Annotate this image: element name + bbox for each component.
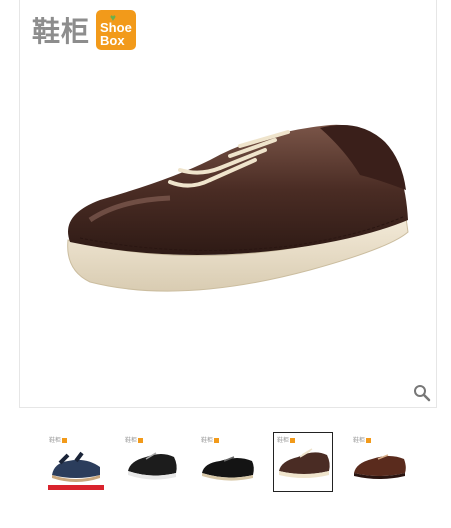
brand-watermark: 鞋柜 ♥ Shoe Box — [32, 8, 137, 52]
brand-name: 鞋柜 — [32, 15, 91, 48]
thumbnail-5[interactable]: 鞋柜 — [349, 432, 409, 492]
thumbnail-strip: 鞋柜 鞋柜 鞋柜 鞋柜 鞋柜 — [45, 432, 425, 492]
logo-line2: Box — [100, 33, 125, 48]
sandal-icon — [52, 451, 100, 482]
black-sneaker-icon — [128, 452, 177, 480]
magnifier-icon — [414, 385, 431, 402]
main-image-frame[interactable]: 鞋柜 ♥ Shoe Box — [19, 0, 437, 408]
brown-sneaker-icon — [279, 448, 330, 478]
thumbnail-4-active[interactable]: 鞋柜 — [273, 432, 333, 492]
promo-banner — [48, 485, 104, 490]
thumbnail-1[interactable]: 鞋柜 — [45, 432, 105, 492]
heart-icon: ♥ — [110, 13, 116, 24]
shoebox-logo: ♥ Shoe Box — [96, 10, 137, 50]
zoom-button[interactable] — [408, 379, 436, 407]
brown-derby-icon — [354, 454, 406, 479]
thumbnail-3[interactable]: 鞋柜 — [197, 432, 257, 492]
thumbnail-2[interactable]: 鞋柜 — [121, 432, 181, 492]
black-derby-icon — [202, 456, 254, 481]
shoe-image — [67, 124, 409, 292]
